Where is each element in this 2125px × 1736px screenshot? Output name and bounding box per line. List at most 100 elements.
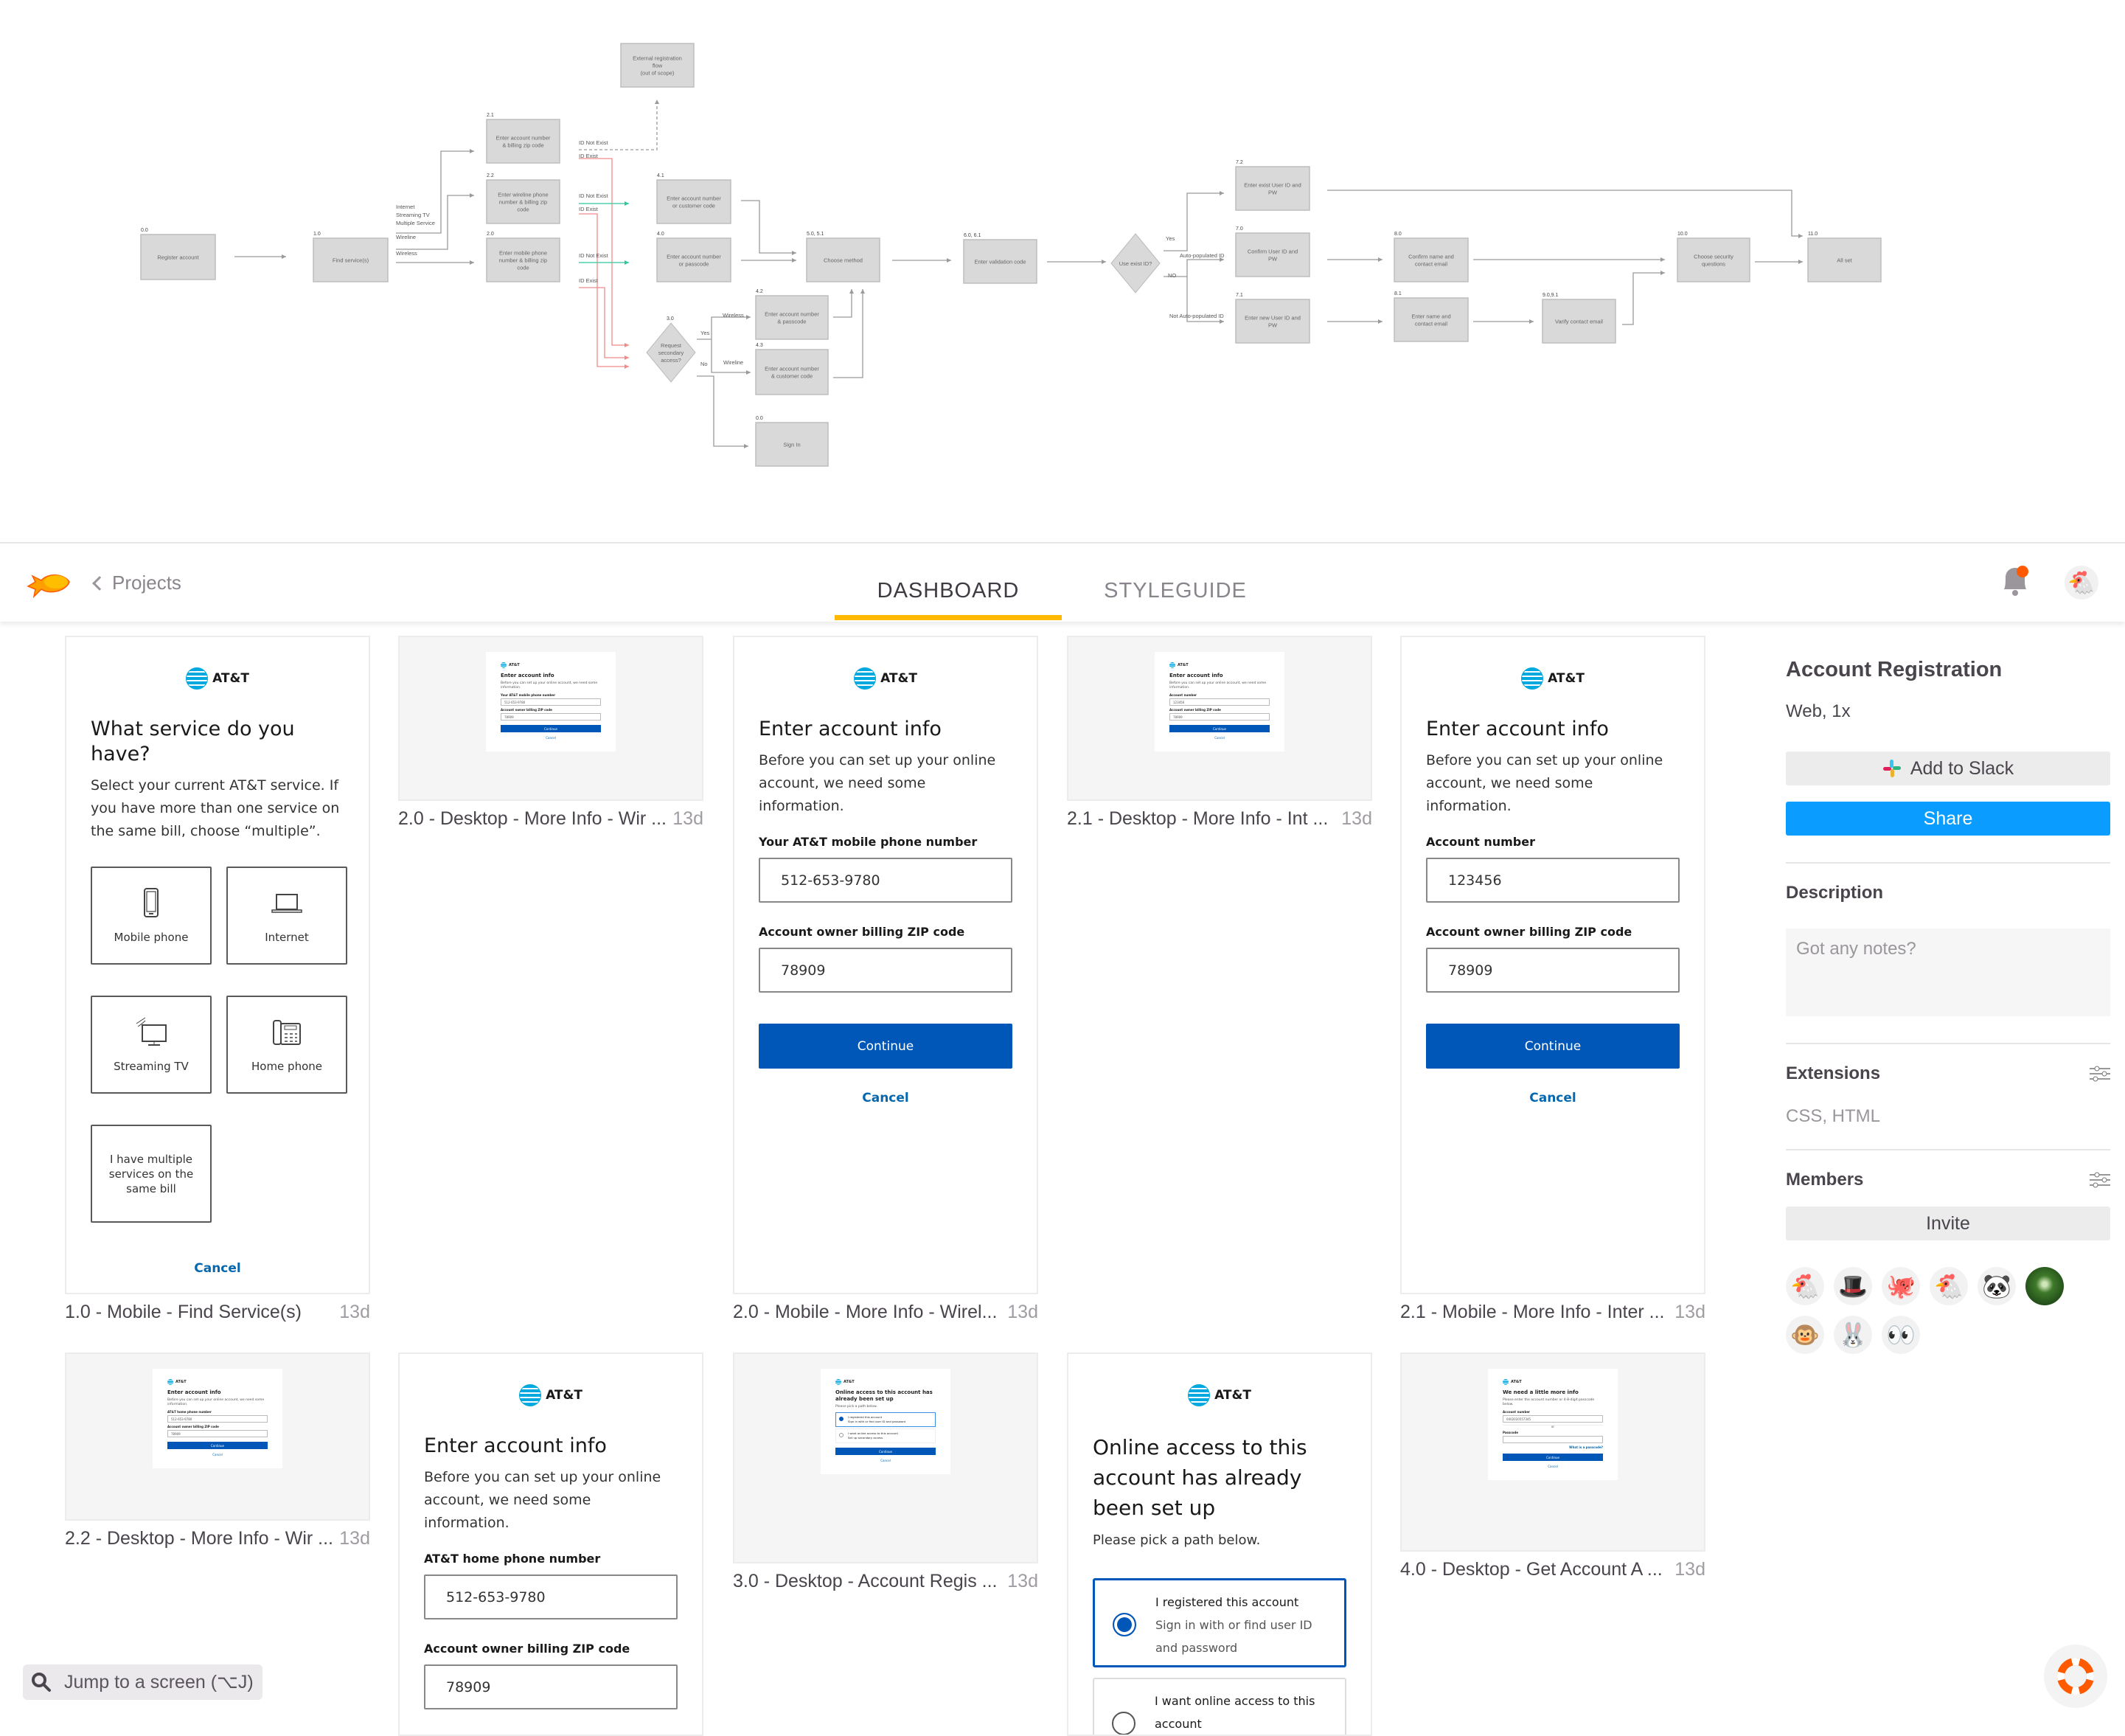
member-avatar[interactable]: 🐔 <box>1930 1267 1968 1305</box>
brand-text: AT&T <box>175 1380 187 1384</box>
step-label: or customer code <box>672 203 715 209</box>
member-avatar[interactable]: 🐙 <box>1882 1267 1920 1305</box>
step-label: number & billing zip <box>499 199 547 206</box>
service-tile-home-phone[interactable]: Home phone <box>226 996 347 1094</box>
arrowhead-icon <box>625 260 629 265</box>
notifications-bell-icon[interactable] <box>2000 564 2031 598</box>
service-tile-multiple[interactable]: I have multiple services on the same bil… <box>91 1125 212 1223</box>
zip-code-input[interactable]: 78909 <box>1426 948 1680 993</box>
flow-connector <box>1622 272 1665 325</box>
radio-selected[interactable] <box>1113 1613 1136 1636</box>
screen-card-desktop-wireless[interactable]: AT&T Enter account info Before you can set… <box>398 636 703 801</box>
arrowhead-icon <box>947 258 951 263</box>
option-subtitle: Sign in with or find user ID and passwor… <box>848 1420 906 1423</box>
members-settings-icon[interactable] <box>2090 1170 2110 1190</box>
caption-title: 2.0 - Desktop - More Info - Wir ... <box>398 808 667 829</box>
screen-caption[interactable]: 1.0 - Mobile - Find Service(s) 13d <box>65 1302 370 1323</box>
cancel-link[interactable]: Cancel <box>759 1091 1012 1105</box>
thumb-continue-button: Continue <box>501 725 601 732</box>
screen-description: Before you can set up your online accoun… <box>759 752 996 814</box>
search-icon <box>32 1673 51 1692</box>
zip-code-input[interactable]: 78909 <box>759 948 1012 993</box>
service-tile-mobile-phone[interactable]: Mobile phone <box>91 867 212 965</box>
tab-dashboard[interactable]: DASHBOARD <box>835 579 1062 603</box>
description-input[interactable]: Got any notes? <box>1786 928 2110 1016</box>
share-button[interactable]: Share <box>1786 802 2110 836</box>
step-number: 9.0,9.1 <box>1543 293 1559 298</box>
thumb-title: We need a little more info <box>1503 1389 1579 1395</box>
service-tile-streaming-tv[interactable]: Streaming TV <box>91 996 212 1094</box>
phone-number-input[interactable]: 512-653-9780 <box>759 858 1012 903</box>
screen-card-mobile-wireline[interactable]: AT&T Enter account info Before you can s… <box>398 1353 703 1736</box>
member-avatar[interactable]: 🐼 <box>1978 1267 2016 1305</box>
arrowhead-icon <box>860 289 865 294</box>
connector-label: Internet <box>396 204 415 210</box>
step-label: Varify contact email <box>1555 319 1603 325</box>
screen-description: Before you can set up your online accoun… <box>1426 752 1663 814</box>
connector-label: No <box>700 361 708 367</box>
service-tile-internet[interactable]: Internet <box>226 867 347 965</box>
arrowhead-icon <box>625 364 629 369</box>
connector-label: Auto-populated ID <box>1180 252 1225 259</box>
option-want-online-access[interactable]: I want online access to this account <box>1093 1678 1346 1735</box>
step-number: 2.2 <box>487 173 494 178</box>
screen-card-desktop-wireline[interactable]: AT&T Enter account info Before you can set… <box>65 1353 370 1521</box>
screen-card-mobile-wireless[interactable]: AT&T Enter account info Before you can s… <box>733 636 1038 1294</box>
continue-button[interactable]: Continue <box>1426 1024 1680 1069</box>
screen-card-desktop-internet[interactable]: AT&T Enter account info Before you can set… <box>1067 636 1372 801</box>
zip-code-input[interactable]: 78909 <box>424 1664 678 1709</box>
screen-card-find-service[interactable]: AT&T What service do you have? Select yo… <box>65 636 370 1294</box>
home-phone-input[interactable]: 512-653-9780 <box>424 1574 678 1619</box>
member-avatar[interactable]: 🐵 <box>1786 1316 1824 1354</box>
screen-card-mobile-online-access[interactable]: AT&T Online access to this account has a… <box>1067 1353 1372 1736</box>
cancel-link[interactable]: Cancel <box>1426 1091 1680 1105</box>
connector-label: Streaming TV <box>396 212 430 218</box>
step-label: & passcode <box>777 319 806 325</box>
screen-caption[interactable]: 2.0 - Desktop - More Info - Wir ... 13d <box>398 808 703 830</box>
continue-button[interactable]: Continue <box>759 1024 1012 1069</box>
connector-label: Wireline <box>723 359 743 366</box>
step-number: 4.2 <box>756 289 763 294</box>
screen-caption[interactable]: 2.1 - Desktop - More Info - Int ... 13d <box>1067 808 1372 830</box>
member-avatar[interactable]: 🐰 <box>1834 1316 1872 1354</box>
extensions-settings-icon[interactable] <box>2090 1064 2110 1083</box>
screen-caption[interactable]: 2.1 - Mobile - More Info - Inter ... 13d <box>1400 1302 1705 1323</box>
arrowhead-icon <box>1220 191 1224 195</box>
help-lifebuoy-button[interactable] <box>2044 1645 2107 1708</box>
flow-connector <box>579 213 629 367</box>
arrowhead-icon <box>470 260 474 265</box>
step-label: or passcode <box>679 261 709 268</box>
thumb-text: Before you can set up your online accoun… <box>1169 681 1267 690</box>
att-globe-icon <box>501 662 507 668</box>
brand-text: AT&T <box>1511 1380 1522 1384</box>
step-number: 1.0 <box>313 232 321 237</box>
user-avatar[interactable]: 🐔 <box>2065 566 2098 600</box>
screen-caption[interactable]: 3.0 - Desktop - Account Regis ... 13d <box>733 1571 1038 1592</box>
screen-card-desktop-get-account[interactable]: AT&T We need a little more info Please ent… <box>1400 1353 1705 1552</box>
screen-caption[interactable]: 2.0 - Mobile - More Info - Wirel... 13d <box>733 1302 1038 1323</box>
member-avatar[interactable]: 🐔 <box>1786 1267 1824 1305</box>
step-label: Confirm name and <box>1408 254 1454 260</box>
screen-card-mobile-internet[interactable]: AT&T Enter account info Before you can s… <box>1400 636 1705 1294</box>
add-to-slack-button[interactable]: Add to Slack <box>1786 751 2110 785</box>
cancel-link[interactable]: Cancel <box>91 1261 344 1276</box>
att-logo: AT&T <box>835 1379 936 1385</box>
screen-caption[interactable]: 4.0 - Desktop - Get Account A ... 13d <box>1400 1559 1705 1580</box>
tab-styleguide[interactable]: STYLEGUIDE <box>1062 579 1289 603</box>
invite-button[interactable]: Invite <box>1786 1206 2110 1240</box>
member-avatar[interactable]: 🎩 <box>1834 1267 1872 1305</box>
option-registered-account[interactable]: I registered this account Sign in with o… <box>1093 1578 1346 1667</box>
thumbnail-page: AT&T Enter account info Before you can set… <box>486 652 616 751</box>
member-avatar[interactable] <box>2025 1267 2064 1305</box>
flow-step-box <box>656 179 731 224</box>
jump-to-screen-search[interactable]: Jump to a screen (⌥J) <box>23 1664 262 1700</box>
step-label: Enter account number <box>765 366 819 372</box>
step-label: Enter new User ID and <box>1245 315 1301 322</box>
screen-caption[interactable]: 2.2 - Desktop - More Info - Wir ... 13d <box>65 1528 370 1549</box>
zeppelin-logo-icon[interactable] <box>25 566 72 601</box>
account-number-input[interactable]: 123456 <box>1426 858 1680 903</box>
back-to-projects-link[interactable]: Projects <box>92 572 181 594</box>
screen-card-desktop-account-registered[interactable]: AT&T Online access to this account has al… <box>733 1353 1038 1563</box>
member-avatar[interactable]: 👀 <box>1882 1316 1920 1354</box>
radio-unselected[interactable] <box>1112 1712 1135 1735</box>
